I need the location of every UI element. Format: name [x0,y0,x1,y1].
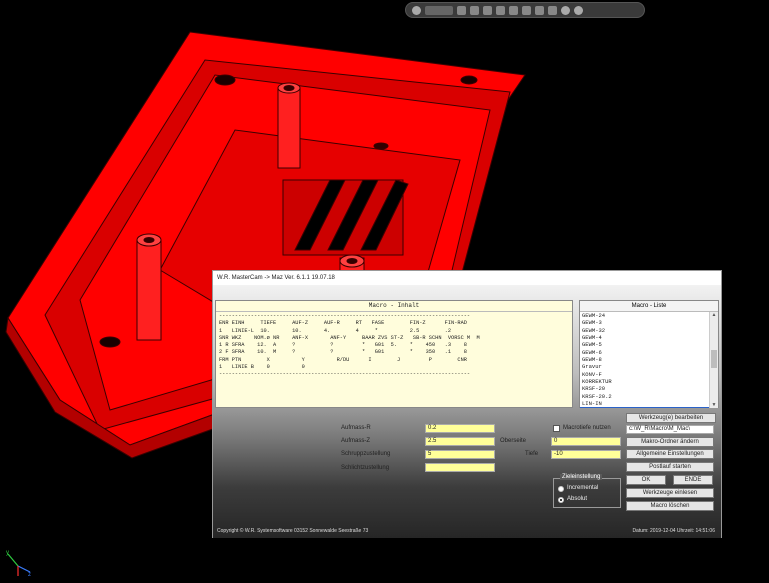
macro-list-item[interactable]: GEWM-5 [580,341,711,348]
macro-list-item[interactable]: KORREKTUR [580,378,711,385]
absolut-label: Absolut [567,496,588,502]
macro-loeschen-button[interactable]: Macro löschen [626,501,714,511]
scroll-down-icon[interactable]: ▼ [711,402,717,408]
macro-list-item[interactable]: LIN-IN [580,400,711,407]
absolut-radio[interactable] [558,497,564,503]
settings-icon[interactable] [561,5,570,15]
macro-list-item[interactable]: Gravur [580,363,711,370]
section-icon[interactable] [496,5,505,15]
render-icon[interactable] [574,5,583,15]
dialog-body: Macro - Inhalt -------------------------… [213,285,721,538]
date-time-text: Datum: 2019-12-04 Uhrzeit: 14:51:06 [632,528,715,534]
svg-text:z: z [28,572,31,578]
model-view-label[interactable] [425,5,453,15]
werkzeuge-einlesen-button[interactable]: Werkzeuge einlesen [626,488,714,498]
macro-list-item[interactable]: GEWM-3 [580,319,711,326]
copyright-text: Copyright © W.R. Systemsoftware 03152 So… [217,528,369,534]
scene-icon[interactable] [548,5,557,15]
aufmass-z-field[interactable]: 2.5 [425,437,495,446]
macrotiefe-label: Macrotiefe nutzen [563,425,611,431]
view-icon[interactable] [412,5,421,15]
zoom-icon[interactable] [457,5,466,15]
macro-list-item[interactable]: GEWM-6 [580,349,711,356]
macro-list-header: Macro - Liste [580,301,718,312]
incremental-radio[interactable] [558,486,564,492]
macro-list-item[interactable]: GEWM-8 [580,356,711,363]
macro-list-item[interactable]: GEWM-24 [580,312,711,319]
werkzeuge-bearbeiten-button[interactable]: Werkzeug(e) bearbeiten [626,413,716,423]
macro-list-panel: Macro - Liste GEWM-24 GEWM-3 GEWM-32 GEWM-4… [579,300,719,408]
aufmass-z-label: Aufmass-Z [341,438,371,444]
macro-ordner-button[interactable]: Makro-Ordner ändern [626,437,714,447]
mastercam-dialog: W.R. MasterCam -> Maz Ver. 6.1.1 19.07.1… [212,270,722,538]
aufmass-r-label: Aufmass-R [341,425,371,431]
ende-button[interactable]: ENDE [673,475,713,485]
rotate-icon[interactable] [470,5,479,15]
view-toolbar [405,2,645,18]
schrupp-field[interactable]: 5 [425,450,495,459]
macro-list-item[interactable]: LIN-L-R-F-12A-10R [580,407,711,408]
ok-button[interactable]: OK [626,475,666,485]
schlicht-field[interactable] [425,463,495,472]
macro-list-item[interactable]: KRSF-20 [580,385,711,392]
macro-list-item[interactable]: GEWM-4 [580,334,711,341]
schlicht-label: Schlichtzustellung [341,465,390,471]
pan-icon[interactable] [483,5,492,15]
hide-show-icon[interactable] [522,5,531,15]
window-title: W.R. MasterCam -> Maz Ver. 6.1.1 19.07.1… [213,271,721,285]
allgemeine-einstellungen-button[interactable]: Allgemeine Einstellungen [626,449,714,459]
postlauf-button[interactable]: Postlauf starten [626,462,714,472]
incremental-label: Incremental [567,485,599,491]
macro-list-item[interactable]: KONV-F [580,371,711,378]
macrotiefe-checkbox[interactable] [553,425,560,432]
oberseite-field[interactable]: 0 [551,437,621,446]
macro-path-field[interactable]: c:\W_R\Macro\M_Mac\ [626,425,714,434]
zieleinstellung-group: Zieleinstellung Incremental Absolut [553,474,621,508]
oberseite-label: Oberseite [500,438,527,444]
macro-list[interactable]: GEWM-24 GEWM-3 GEWM-32 GEWM-4 GEWM-5 GEWM-6 GE… [580,312,711,408]
appearance-icon[interactable] [535,5,544,15]
scroll-up-icon[interactable]: ▲ [711,312,717,318]
svg-text:y: y [6,550,9,556]
macro-list-item[interactable]: KRSF-20.2 [580,393,711,400]
macro-content-header: Macro - Inhalt [216,301,572,312]
tiefe-label: Tiefe [525,451,539,457]
scroll-thumb[interactable] [711,350,717,368]
schrupp-label: Schruppzustellung [341,451,391,457]
tiefe-field[interactable]: -10 [551,450,621,459]
macro-list-item[interactable]: GEWM-32 [580,327,711,334]
macro-content-text: ----------------------------------------… [219,313,480,378]
aufmass-r-field[interactable]: 0.2 [425,424,495,433]
macro-list-scrollbar[interactable]: ▲ ▼ [709,312,718,408]
zieleinstellung-label: Zieleinstellung [560,474,603,480]
display-style-icon[interactable] [509,5,518,15]
macro-content-panel: Macro - Inhalt -------------------------… [215,300,573,408]
axis-triad-icon: y z [6,550,31,578]
